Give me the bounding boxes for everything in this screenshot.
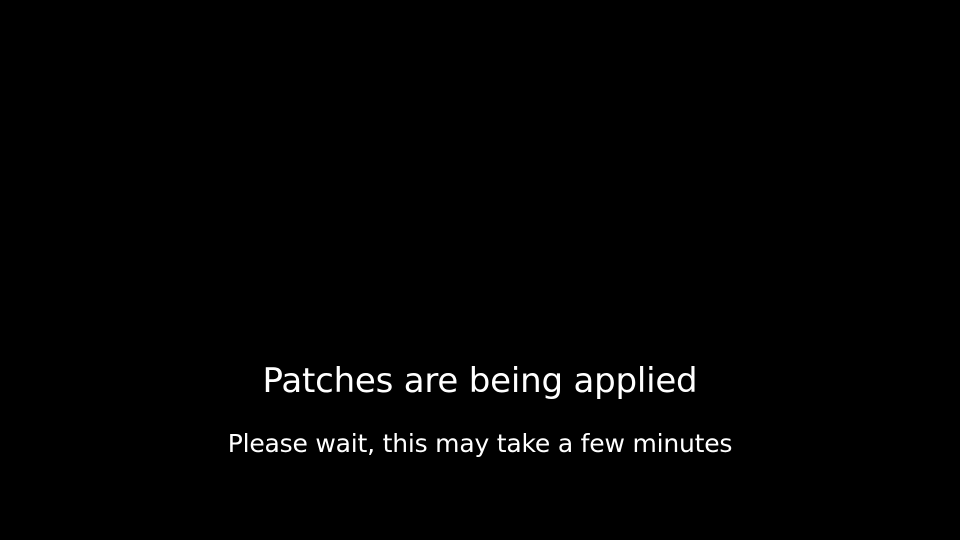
- status-subline: Please wait, this may take a few minutes: [227, 429, 733, 458]
- update-screen: Patches are being applied Please wait, t…: [0, 0, 960, 540]
- status-headline: Patches are being applied: [262, 361, 698, 401]
